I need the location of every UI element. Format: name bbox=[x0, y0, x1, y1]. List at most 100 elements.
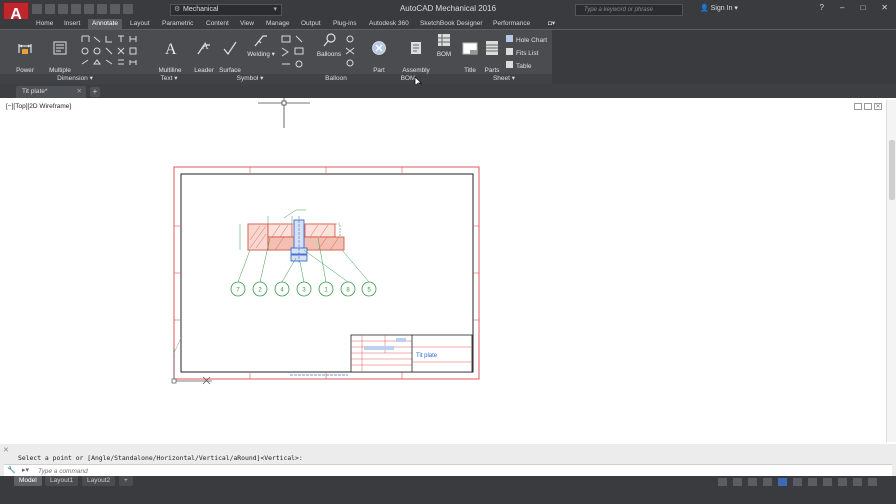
fits-list-icon bbox=[506, 48, 513, 55]
welding-button[interactable]: Welding ▾ bbox=[246, 32, 276, 59]
title-border-icon bbox=[462, 42, 478, 55]
tab-autodesk-360[interactable]: Autodesk 360 bbox=[369, 19, 409, 29]
symbol-tools-icon bbox=[281, 35, 304, 68]
ribbon-empty-area bbox=[552, 30, 896, 85]
bom-label: BOM bbox=[436, 51, 452, 58]
wrench-icon[interactable]: 🔧 bbox=[7, 466, 16, 474]
new-tab-button[interactable]: + bbox=[90, 87, 100, 97]
sign-in-button[interactable]: 👤 Sign In ▾ bbox=[700, 4, 738, 12]
tab-manage[interactable]: Manage bbox=[266, 19, 290, 29]
command-prompt-icon[interactable]: ▸▾ bbox=[22, 466, 29, 474]
assembly-view[interactable] bbox=[239, 209, 345, 264]
tab-layout2[interactable]: Layout2 bbox=[82, 476, 116, 486]
multiple-dimension-icon bbox=[53, 41, 67, 55]
command-input[interactable] bbox=[38, 467, 538, 475]
search-box[interactable]: Type a keyword or phrase bbox=[575, 4, 683, 16]
document-tab-bar: Tit plate* ✕ + bbox=[0, 84, 896, 98]
tab-annotate[interactable]: Annotate bbox=[88, 19, 123, 29]
crosshair-cursor bbox=[258, 98, 310, 128]
table-icon bbox=[506, 61, 513, 68]
tab-sketchbook-designer[interactable]: SketchBook Designer bbox=[420, 19, 483, 29]
tab-insert[interactable]: Insert bbox=[64, 19, 80, 29]
annotation-scale-icon[interactable] bbox=[778, 478, 787, 486]
tab-layout1[interactable]: Layout1 bbox=[45, 476, 79, 486]
bom-icon bbox=[438, 34, 450, 46]
hardware-acceleration-icon[interactable] bbox=[838, 478, 847, 486]
multiline-text-icon: A bbox=[165, 41, 177, 56]
tab-view[interactable]: View bbox=[240, 19, 254, 29]
vertical-scrollbar[interactable] bbox=[886, 100, 896, 442]
close-icon[interactable]: ✕ bbox=[3, 446, 9, 454]
welding-icon bbox=[254, 35, 267, 47]
power-dimension-icon bbox=[18, 44, 32, 54]
tab-parametric[interactable]: Parametric bbox=[162, 19, 193, 29]
parts-list-icon bbox=[486, 41, 498, 55]
ribbon: Power Dimension Multiple Dimension Dimen… bbox=[0, 29, 896, 85]
document-tab[interactable]: Tit plate* ✕ bbox=[16, 86, 86, 98]
title-block-title: Tit plate bbox=[416, 353, 438, 359]
document-tab-label: Tit plate* bbox=[22, 88, 48, 95]
polar-tracking-icon[interactable] bbox=[748, 478, 757, 486]
table-label: Table bbox=[516, 63, 532, 70]
leader-note-icon: A bbox=[197, 41, 210, 55]
window-title: AutoCAD Mechanical 2016 bbox=[399, 4, 497, 13]
status-toggles bbox=[718, 478, 877, 486]
sign-in-label: Sign In bbox=[710, 5, 733, 12]
panel-text[interactable]: Text ▾ bbox=[150, 74, 188, 84]
maximize-icon[interactable]: □ bbox=[860, 3, 865, 12]
sheet-small-tools: Hole Chart Fits List Table bbox=[506, 34, 547, 73]
help-icon[interactable]: ? bbox=[820, 3, 824, 12]
fits-list-button[interactable]: Fits List bbox=[506, 47, 547, 60]
ortho-icon[interactable] bbox=[733, 478, 742, 486]
window-controls: ? – □ ✕ bbox=[820, 3, 888, 12]
customization-icon[interactable] bbox=[868, 478, 877, 486]
close-icon[interactable]: ✕ bbox=[77, 86, 82, 98]
title-block[interactable] bbox=[350, 334, 473, 373]
tab-model[interactable]: Model bbox=[14, 476, 42, 486]
tab-layout[interactable]: Layout bbox=[130, 19, 150, 29]
fits-list-label: Fits List bbox=[516, 50, 539, 57]
panel-symbol[interactable]: Symbol ▾ bbox=[188, 74, 312, 84]
balloons[interactable]: 7243185 bbox=[230, 281, 377, 297]
close-icon[interactable]: ✕ bbox=[881, 3, 888, 12]
add-layout-button[interactable]: + bbox=[119, 476, 133, 486]
svg-text:A: A bbox=[202, 41, 209, 51]
clean-screen-icon[interactable] bbox=[853, 478, 862, 486]
tab-plug-ins[interactable]: Plug-ins bbox=[333, 19, 356, 29]
bom-button[interactable]: BOM bbox=[434, 32, 454, 59]
panel-dimension[interactable]: Dimension ▾ bbox=[0, 74, 150, 84]
ribbon-toggle-icon[interactable]: ◘▾ bbox=[548, 19, 555, 29]
tab-content[interactable]: Content bbox=[206, 19, 229, 29]
balloons-button[interactable]: Balloons bbox=[314, 32, 344, 59]
tab-performance[interactable]: Performance bbox=[493, 19, 530, 29]
command-line: 🔧 ▸▾ bbox=[4, 464, 892, 476]
snap-mode-icon[interactable] bbox=[718, 478, 727, 486]
scrollbar-thumb[interactable] bbox=[889, 140, 895, 200]
balloons-icon bbox=[323, 33, 336, 47]
title-bar: ⚙ Mechanical ▾ AutoCAD Mechanical 2016 T… bbox=[0, 0, 896, 19]
tab-home[interactable]: Home bbox=[36, 19, 53, 29]
dimension-tools-icon bbox=[81, 35, 137, 65]
search-placeholder: Type a keyword or phrase bbox=[584, 7, 653, 13]
drawing-svg: 7243185 Tit plate bbox=[171, 98, 889, 385]
table-button[interactable]: Table bbox=[506, 60, 547, 73]
assembly-properties-icon bbox=[411, 42, 421, 54]
drawing-canvas[interactable]: [−][Top][2D Wireframe] ✕ 7 2 4 3 1 8 5 T… bbox=[0, 98, 896, 444]
panel-balloon[interactable]: Balloon bbox=[312, 74, 360, 84]
panel-sheet[interactable]: Sheet ▾ bbox=[456, 74, 552, 84]
panel-bom[interactable]: BOM bbox=[360, 74, 456, 84]
balloons-label: Balloons bbox=[316, 51, 342, 58]
chevron-down-icon: ▾ bbox=[734, 5, 738, 12]
lineweight-icon[interactable] bbox=[793, 478, 802, 486]
tab-output[interactable]: Output bbox=[301, 19, 321, 29]
hole-chart-button[interactable]: Hole Chart bbox=[506, 34, 547, 47]
workspace-switch-icon[interactable] bbox=[808, 478, 817, 486]
svg-text:A: A bbox=[165, 41, 177, 56]
panel-text-label: Text bbox=[160, 75, 173, 82]
command-history: Select a point or [Angle/Standalone/Hori… bbox=[18, 454, 303, 462]
isolate-objects-icon[interactable] bbox=[823, 478, 832, 486]
object-snap-icon[interactable] bbox=[763, 478, 772, 486]
status-bar: Model Layout1 Layout2 + bbox=[0, 476, 896, 504]
hole-chart-label: Hole Chart bbox=[516, 37, 548, 44]
minimize-icon[interactable]: – bbox=[840, 3, 844, 12]
